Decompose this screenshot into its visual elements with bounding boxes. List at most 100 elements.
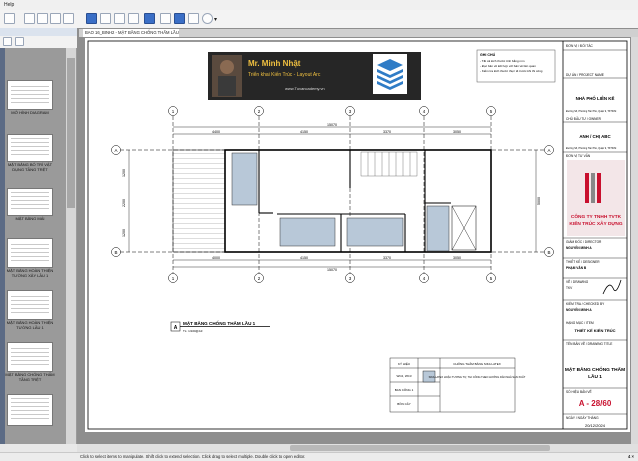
pen-icon[interactable] bbox=[100, 13, 111, 24]
svg-text:1200: 1200 bbox=[122, 169, 126, 177]
svg-text:CHỦ ĐẦU TƯ / OWNER: CHỦ ĐẦU TƯ / OWNER bbox=[566, 116, 602, 121]
svg-text:3370: 3370 bbox=[383, 130, 391, 134]
select-arrow-icon[interactable] bbox=[63, 13, 74, 24]
page-thumbnail[interactable] bbox=[7, 238, 53, 268]
svg-text:TÊN BẢN VẼ / DRAWING TITLE: TÊN BẢN VẼ / DRAWING TITLE bbox=[566, 341, 612, 346]
pan-icon[interactable] bbox=[50, 13, 61, 24]
svg-text:ĐƠN VỊ / ĐỐI TÁC: ĐƠN VỊ / ĐỐI TÁC bbox=[566, 43, 593, 48]
svg-text:NHÀ PHỐ LIÊN KẾ: NHÀ PHỐ LIÊN KẾ bbox=[576, 96, 615, 101]
page-icon[interactable] bbox=[174, 13, 185, 24]
wet-area-balcony bbox=[426, 205, 450, 252]
svg-text:NGUYỄN MINH A: NGUYỄN MINH A bbox=[566, 245, 592, 250]
svg-text:- Tất cả kích thước tính bằng: - Tất cả kích thước tính bằng mm bbox=[480, 58, 525, 63]
svg-text:4400: 4400 bbox=[212, 130, 220, 134]
signature-icon bbox=[602, 279, 622, 295]
svg-text:WC2, WC3: WC2, WC3 bbox=[397, 374, 412, 378]
svg-text:TKV: TKV bbox=[566, 286, 573, 290]
page-thumbnail-label: MẶT BẰNG HOÀN THIỆN TƯỜNG LẦU 1 bbox=[6, 320, 54, 330]
svg-text:- Đọc bản vẽ kết hợp với bản v: - Đọc bản vẽ kết hợp với bản vẽ liên qua… bbox=[480, 64, 536, 68]
page-thumbnail[interactable] bbox=[7, 290, 53, 320]
svg-text:THIẾT KẾ KIẾN TRÚC: THIẾT KẾ KIẾN TRÚC bbox=[574, 328, 615, 333]
svg-text:PHẠM VĂN B: PHẠM VĂN B bbox=[566, 265, 587, 270]
svg-text:A - 28/60: A - 28/60 bbox=[579, 399, 612, 408]
svg-text:4150: 4150 bbox=[300, 130, 308, 134]
svg-text:3050: 3050 bbox=[453, 256, 461, 260]
menu-help[interactable]: Help bbox=[4, 2, 14, 8]
page-thumbnail-label: MẶT BẰNG BỐ TRÍ VẬT DỤNG TẦNG TRỆT bbox=[7, 162, 53, 172]
svg-text:NGUYỄN MINH A: NGUYỄN MINH A bbox=[566, 307, 592, 312]
svg-text:20/12/2024: 20/12/2024 bbox=[585, 423, 606, 428]
menu-bar: Help bbox=[0, 0, 638, 10]
pencil-icon[interactable] bbox=[114, 13, 125, 24]
banner-url: www.Tuvancademy.vn bbox=[285, 86, 325, 91]
page-thumbnail[interactable] bbox=[7, 188, 53, 216]
svg-text:DỰ ÁN / PROJECT NAME: DỰ ÁN / PROJECT NAME bbox=[566, 73, 604, 77]
svg-text:Đường Số, Phường Tân Phú, Quận: Đường Số, Phường Tân Phú, Quận 9, TP.HCM bbox=[566, 110, 616, 113]
eraser-icon[interactable] bbox=[128, 13, 139, 24]
company-logo-icon bbox=[585, 173, 601, 203]
vertical-scrollbar[interactable] bbox=[631, 37, 638, 444]
svg-text:ĐƠN VỊ TƯ VẤN: ĐƠN VỊ TƯ VẤN bbox=[566, 154, 591, 158]
svg-text:A: A bbox=[114, 148, 117, 153]
svg-text:VẼ / DRAWING: VẼ / DRAWING bbox=[566, 279, 589, 284]
page-thumbnail-label: MẶT BẰNG CHỐNG THẤM TẦNG TRỆT bbox=[5, 372, 55, 382]
banner-name: Mr. Minh Nhật bbox=[248, 59, 301, 68]
svg-text:CHỐNG THẤM BẰNG SIKA LATEX: CHỐNG THẤM BẰNG SIKA LATEX bbox=[453, 361, 500, 366]
svg-text:HẠNG MỤC / ITEM: HẠNG MỤC / ITEM bbox=[566, 321, 594, 325]
svg-text:THIẾT KẾ / DESIGNER: THIẾT KẾ / DESIGNER bbox=[566, 259, 600, 264]
svg-text:TL: 1/100@A3: TL: 1/100@A3 bbox=[183, 329, 203, 333]
svg-text:MẶT BẰNG CHỐNG THẤM LẦU 1: MẶT BẰNG CHỐNG THẤM LẦU 1 bbox=[183, 319, 256, 326]
copy-page-icon[interactable] bbox=[188, 13, 199, 24]
page-thumbnail[interactable] bbox=[7, 134, 53, 162]
brush-icon[interactable] bbox=[86, 13, 97, 24]
svg-text:MẶT BẰNG CHỐNG THẤM: MẶT BẰNG CHỐNG THẤM bbox=[565, 365, 625, 373]
title-block: ĐƠN VỊ / ĐỐI TÁC DỰ ÁN / PROJECT NAME NH… bbox=[563, 43, 627, 428]
svg-text:KIẾN TRÚC XÂY DỰNG: KIẾN TRÚC XÂY DỰNG bbox=[569, 220, 622, 227]
page-thumbnail[interactable] bbox=[7, 80, 53, 110]
svg-text:KIỂM TRA / CHECKED BY: KIỂM TRA / CHECKED BY bbox=[566, 301, 605, 306]
horizontal-scrollbar-thumb[interactable] bbox=[290, 445, 550, 451]
svg-text:15070: 15070 bbox=[327, 268, 337, 272]
author-banner: Mr. Minh Nhật Triển khai Kiến Trúc - Lay… bbox=[208, 52, 421, 100]
svg-text:B: B bbox=[114, 250, 117, 255]
svg-text:BỒN CÂY: BỒN CÂY bbox=[397, 401, 411, 406]
layout-icon[interactable] bbox=[4, 13, 15, 24]
wet-area-wc2 bbox=[279, 217, 336, 247]
settings-circle-icon[interactable] bbox=[202, 13, 213, 24]
pages-scrollbar-thumb[interactable] bbox=[67, 58, 75, 208]
svg-text:ANH / CHỊ ABC: ANH / CHỊ ABC bbox=[579, 134, 611, 139]
svg-text:2200: 2200 bbox=[122, 199, 126, 207]
drawing-caption: A MẶT BẰNG CHỐNG THẤM LẦU 1 TL: 1/100@A3 bbox=[170, 319, 270, 333]
page-thumbnail-label: MẶT BẰNG MÁI bbox=[15, 216, 45, 221]
snapshot-icon[interactable] bbox=[144, 13, 155, 24]
notes-box: GHI CHÚ - Tất cả kích thước tính bằng mm… bbox=[476, 49, 556, 83]
svg-text:Đường Số, Phường Tân Phú, Quận: Đường Số, Phường Tân Phú, Quận 9, TP.HCM bbox=[566, 147, 616, 150]
tab-current-sheet[interactable]: BAO 16_BINH2 - MẶT BẰNG CHỐNG THẤM LẦU 1 bbox=[83, 29, 179, 37]
document-icon[interactable] bbox=[160, 13, 171, 24]
floor-plan bbox=[172, 149, 492, 253]
drawing-sheet[interactable]: Mr. Minh Nhật Triển khai Kiến Trúc - Lay… bbox=[85, 38, 630, 432]
svg-text:1200: 1200 bbox=[122, 229, 126, 237]
page-thumbnail[interactable] bbox=[7, 342, 53, 372]
svg-text:B: B bbox=[547, 250, 550, 255]
svg-text:GIÁM ĐỐC / DIRECTOR: GIÁM ĐỐC / DIRECTOR bbox=[566, 239, 602, 244]
add-page-icon[interactable] bbox=[3, 37, 12, 46]
svg-text:3370: 3370 bbox=[383, 256, 391, 260]
page-thumbnail-label: MỞ HÌNH DIAGRAM bbox=[11, 110, 49, 115]
svg-text:4000: 4000 bbox=[212, 256, 220, 260]
zoom-out-icon[interactable] bbox=[37, 13, 48, 24]
wet-area-wc3 bbox=[346, 217, 404, 247]
page-thumbnail[interactable] bbox=[7, 394, 53, 426]
svg-text:A: A bbox=[547, 148, 550, 153]
svg-text:A: A bbox=[174, 325, 178, 331]
svg-text:SỐ HIỆU BẢN VẼ: SỐ HIỆU BẢN VẼ bbox=[566, 389, 592, 394]
drawing-svg: Mr. Minh Nhật Triển khai Kiến Trúc - Lay… bbox=[87, 40, 628, 430]
grid-view-icon[interactable] bbox=[15, 37, 24, 46]
dropdown-arrow-icon[interactable]: ▾ bbox=[214, 16, 217, 23]
svg-text:BAN CÔNG 1: BAN CÔNG 1 bbox=[395, 387, 414, 392]
banner-subtitle: Triển khai Kiến Trúc - Layout Arc bbox=[248, 71, 321, 78]
page-thumbnail-label: MẶT BẰNG HOÀN THIỆN TƯỜNG XÂY LẦU 1 bbox=[6, 268, 54, 278]
panel-edge-strip bbox=[0, 48, 5, 444]
zoom-in-icon[interactable] bbox=[24, 13, 35, 24]
toolbar: ▾ bbox=[0, 10, 638, 29]
